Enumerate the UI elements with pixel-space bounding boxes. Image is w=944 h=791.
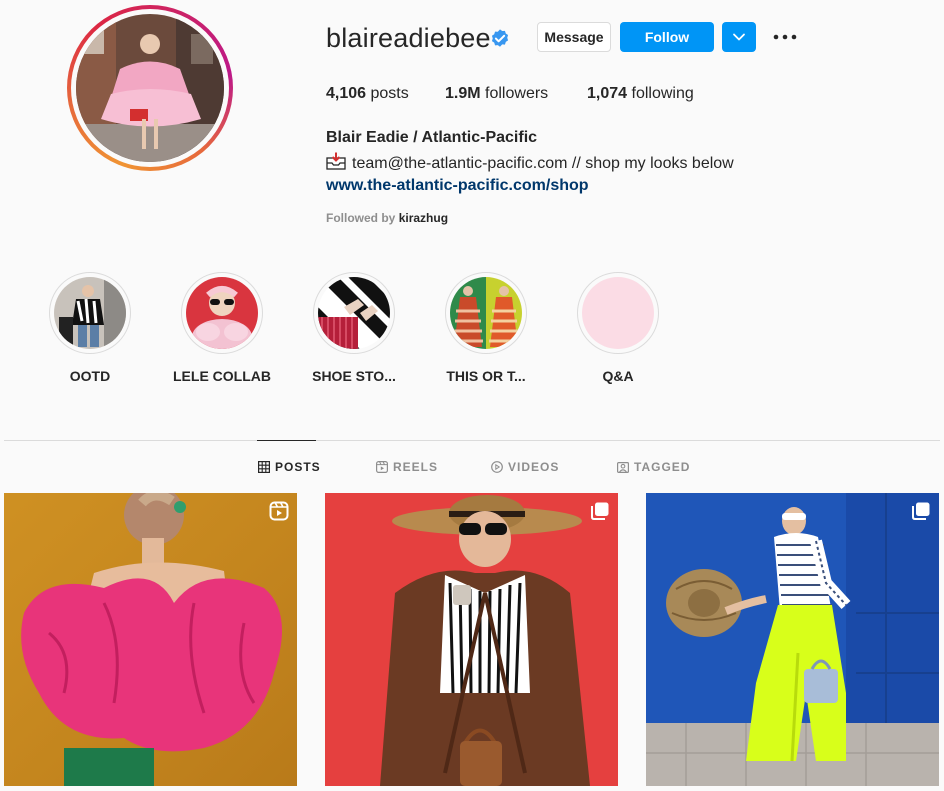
message-button[interactable]: Message (537, 22, 611, 52)
grid-icon (258, 461, 271, 474)
highlight-label: LELE COLLAB (173, 368, 271, 384)
highlight-lele-collab[interactable]: LELE COLLAB (167, 272, 277, 385)
posts-count: 4,106 posts (326, 85, 409, 102)
highlight-cover (186, 277, 258, 349)
profile-avatar[interactable] (67, 5, 233, 171)
tabs-divider (4, 440, 940, 441)
post-thumbnail[interactable] (4, 493, 297, 786)
tag-icon (617, 462, 630, 474)
followed-by-text[interactable]: Followed by kirazhug (326, 210, 448, 226)
carousel-icon (591, 502, 609, 520)
highlight-cover (582, 277, 654, 349)
following-count[interactable]: 1,074 following (587, 84, 694, 104)
followers-count[interactable]: 1.9M followers (445, 84, 548, 104)
profile-full-name: Blair Eadie / Atlantic-Pacific (326, 129, 538, 146)
tab-tagged[interactable]: TAGGED (617, 460, 690, 474)
play-icon (491, 461, 503, 473)
tab-posts[interactable]: POSTS (258, 460, 321, 474)
highlight-qa[interactable]: Q&A (563, 272, 673, 385)
reels-icon (269, 501, 289, 521)
highlight-label: THIS OR T... (446, 368, 526, 384)
post-thumbnail[interactable] (646, 493, 939, 786)
suggested-accounts-button[interactable] (722, 22, 756, 52)
carousel-icon (912, 502, 930, 520)
inbox-tray-icon (326, 152, 346, 170)
follow-button[interactable]: Follow (620, 22, 714, 52)
highlight-shoe-stories[interactable]: SHOE STO... (299, 272, 409, 385)
reels-icon (376, 461, 389, 474)
more-options-icon[interactable] (772, 28, 798, 46)
highlight-label: SHOE STO... (312, 368, 396, 384)
post-image (646, 493, 939, 786)
highlight-ootd[interactable]: OOTD (35, 272, 145, 385)
post-image (4, 493, 297, 786)
post-image (325, 493, 618, 786)
highlight-label: OOTD (69, 368, 111, 384)
chevron-down-icon (733, 33, 745, 41)
profile-website-link[interactable]: www.the-atlantic-pacific.com/shop (326, 176, 589, 196)
highlight-this-or-that[interactable]: THIS OR T... (431, 272, 541, 385)
active-tab-indicator (257, 440, 316, 441)
post-thumbnail[interactable] (325, 493, 618, 786)
profile-username: blaireadiebee (326, 23, 491, 53)
highlight-label: Q&A (602, 368, 634, 384)
highlight-cover (450, 277, 522, 349)
profile-bio: team@the-atlantic-pacific.com // shop my… (326, 152, 734, 174)
tab-videos[interactable]: VIDEOS (491, 460, 559, 474)
profile-photo (76, 14, 224, 162)
highlight-cover (318, 277, 390, 349)
highlight-cover (54, 277, 126, 349)
verified-badge-icon (491, 29, 509, 47)
tab-reels[interactable]: REELS (376, 460, 438, 474)
